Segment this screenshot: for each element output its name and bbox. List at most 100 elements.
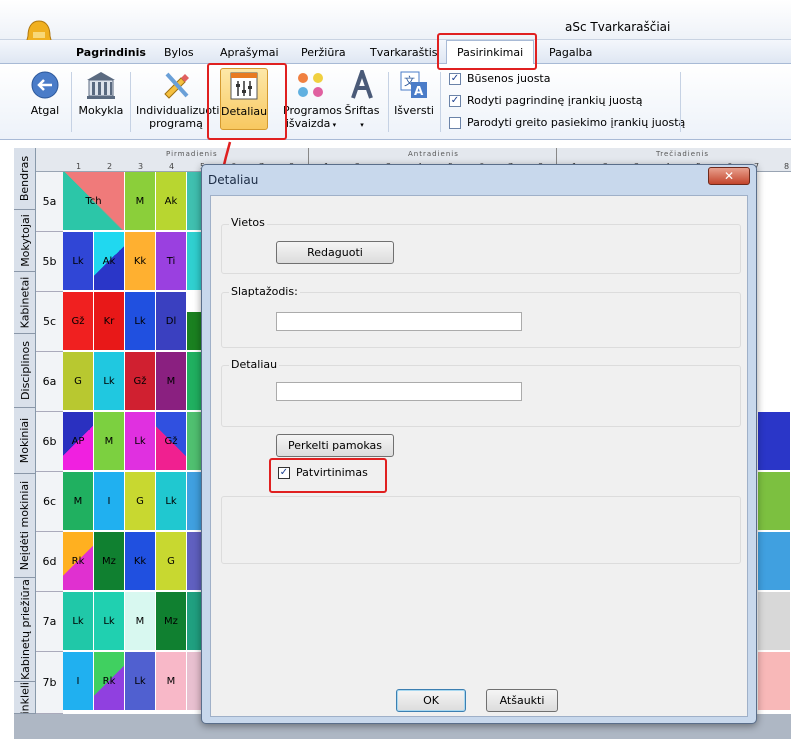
row-label-6b[interactable]: 6b (36, 412, 63, 472)
tab-perziura[interactable]: Peržiūra (301, 46, 346, 59)
tab-pagrindinis[interactable]: Pagrindinis (76, 46, 146, 59)
lesson-cell[interactable] (758, 592, 791, 651)
checkbox-quick-toolbar[interactable] (449, 116, 461, 129)
font-button[interactable]: Šriftas ▾ (344, 70, 380, 132)
lesson-cell[interactable]: Lk (156, 472, 187, 531)
lesson-cell[interactable]: M (63, 472, 94, 531)
lesson-cell[interactable]: M (125, 592, 156, 651)
lesson-cell[interactable]: I (94, 472, 125, 531)
translate-icon: 文 A (400, 71, 427, 98)
details-label: Detaliau (229, 358, 280, 371)
lesson-cell[interactable]: Rk (94, 652, 125, 711)
side-tab-neideti-mokiniai[interactable]: Neįdėti mokiniai (14, 474, 36, 578)
ok-button[interactable]: OK (396, 689, 466, 712)
side-tab-kabinetu-prieziura[interactable]: Kabinetų priežiūra (14, 578, 36, 682)
lesson-cell[interactable]: G (125, 472, 156, 531)
checkbox-status-bar[interactable]: ✓ (449, 72, 461, 85)
period-number: 2 (106, 162, 113, 171)
lesson-cell[interactable]: Ak (94, 232, 125, 291)
row-label-5c[interactable]: 5c (36, 292, 63, 352)
lesson-cell[interactable]: Lk (125, 412, 156, 471)
option-quick-toolbar[interactable]: Parodyti greito pasiekimo įrankių juostą (449, 116, 685, 129)
lesson-cell[interactable]: I (63, 652, 94, 711)
lesson-cell[interactable] (758, 532, 791, 591)
pencil-ruler-icon (164, 72, 189, 99)
lesson-cell[interactable]: Gž (125, 352, 156, 411)
lesson-cell[interactable]: M (156, 652, 187, 711)
side-tab-mokytojai[interactable]: Mokytojai (14, 210, 36, 272)
lesson-cell[interactable]: Lk (94, 352, 125, 411)
lesson-cell[interactable]: Dl (156, 292, 187, 351)
period-number: 1 (75, 162, 82, 171)
lesson-cell[interactable]: Mz (94, 532, 125, 591)
option-main-toolbar[interactable]: ✓ Rodyti pagrindinę įrankių juostą (449, 94, 643, 107)
lesson-cell[interactable]: Lk (63, 592, 94, 651)
row-label-7a[interactable]: 7a (36, 592, 63, 652)
lesson-cell[interactable]: Kk (125, 532, 156, 591)
checkbox-main-toolbar[interactable]: ✓ (449, 94, 461, 107)
lesson-cell[interactable]: Ak (156, 172, 187, 231)
row-label-5b[interactable]: 5b (36, 232, 63, 292)
tab-tvarkarastis[interactable]: Tvarkaraštis (370, 46, 438, 59)
details-input[interactable] (276, 382, 522, 401)
lesson-cell[interactable]: Lk (94, 592, 125, 651)
dialog-title: Detaliau (208, 173, 259, 187)
row-label-6d[interactable]: 6d (36, 532, 63, 592)
side-tab-tinklelis[interactable]: tinklelis (14, 682, 36, 714)
cancel-button[interactable]: Atšaukti (486, 689, 558, 712)
color-circles-icon (298, 73, 323, 97)
row-label-7b[interactable]: 7b (36, 652, 63, 714)
row-label-6c[interactable]: 6c (36, 472, 63, 532)
side-tab-disciplinos[interactable]: Disciplinos (14, 334, 36, 408)
lesson-cell[interactable]: Lk (125, 652, 156, 711)
lesson-cell[interactable]: M (156, 352, 187, 411)
lesson-cell[interactable]: Gž (156, 412, 187, 471)
lesson-cell[interactable] (758, 412, 791, 471)
tab-bylos[interactable]: Bylos (164, 46, 194, 59)
lesson-cell[interactable]: Rk (63, 532, 94, 591)
password-label: Slaptažodis: (229, 285, 300, 298)
appearance-button[interactable]: Programos išvaizda ▾ (283, 70, 342, 132)
menu-bar: Pagrindinis Bylos Aprašymai Peržiūra Tva… (0, 40, 791, 64)
lesson-cell[interactable]: M (125, 172, 156, 231)
move-lessons-button[interactable]: Perkelti pamokas (276, 434, 394, 457)
lesson-cell[interactable]: Kk (125, 232, 156, 291)
lesson-cell[interactable]: Ti (156, 232, 187, 291)
day-label-monday: Pirmadienis (166, 150, 218, 158)
day-label-tuesday: Antradienis (408, 150, 459, 158)
school-button[interactable]: Mokykla (78, 70, 124, 117)
row-label-6a[interactable]: 6a (36, 352, 63, 412)
lesson-cell[interactable]: Lk (125, 292, 156, 351)
annotation-highlight-pasirinkimai (437, 33, 537, 70)
row-label-5a[interactable]: 5a (36, 172, 63, 232)
side-tab-bendras[interactable]: Bendras (14, 148, 36, 210)
group-places-label: Vietos (229, 216, 267, 229)
day-label-wednesday: Trečiadienis (656, 150, 710, 158)
side-tab-kabinetai[interactable]: Kabinetai (14, 272, 36, 334)
tab-pagalba[interactable]: Pagalba (549, 46, 592, 59)
individualize-button[interactable]: Individualizuoti programą (136, 70, 219, 130)
lesson-cell[interactable]: Tch (63, 172, 125, 231)
title-bar: aSc Tvarkaraščiai (0, 0, 791, 52)
option-status-bar[interactable]: ✓ Būsenos juosta (449, 72, 551, 85)
edit-button[interactable]: Redaguoti (276, 241, 394, 264)
password-input[interactable] (276, 312, 522, 331)
lesson-cell[interactable]: AP (63, 412, 94, 471)
lesson-cell[interactable]: Kr (94, 292, 125, 351)
back-button[interactable]: Atgal (28, 70, 62, 117)
close-button[interactable]: ✕ (708, 167, 750, 185)
lesson-cell[interactable] (758, 652, 791, 711)
period-number: 8 (783, 162, 790, 171)
lesson-cell[interactable] (758, 472, 791, 531)
details-dialog: Detaliau ✕ Vietos Redaguoti Slaptažodis:… (201, 164, 757, 724)
lesson-cell[interactable]: G (156, 532, 187, 591)
translate-button[interactable]: 文 A Išversti (394, 70, 434, 117)
lesson-cell[interactable]: Gž (63, 292, 94, 351)
lesson-cell[interactable]: M (94, 412, 125, 471)
tab-aprasymai[interactable]: Aprašymai (220, 46, 279, 59)
lesson-cell[interactable]: Mz (156, 592, 187, 651)
dialog-body: Vietos Redaguoti Slaptažodis: Detaliau P… (210, 195, 748, 717)
side-tab-mokiniai[interactable]: Mokiniai (14, 408, 36, 474)
lesson-cell[interactable]: G (63, 352, 94, 411)
lesson-cell[interactable]: Lk (63, 232, 94, 291)
